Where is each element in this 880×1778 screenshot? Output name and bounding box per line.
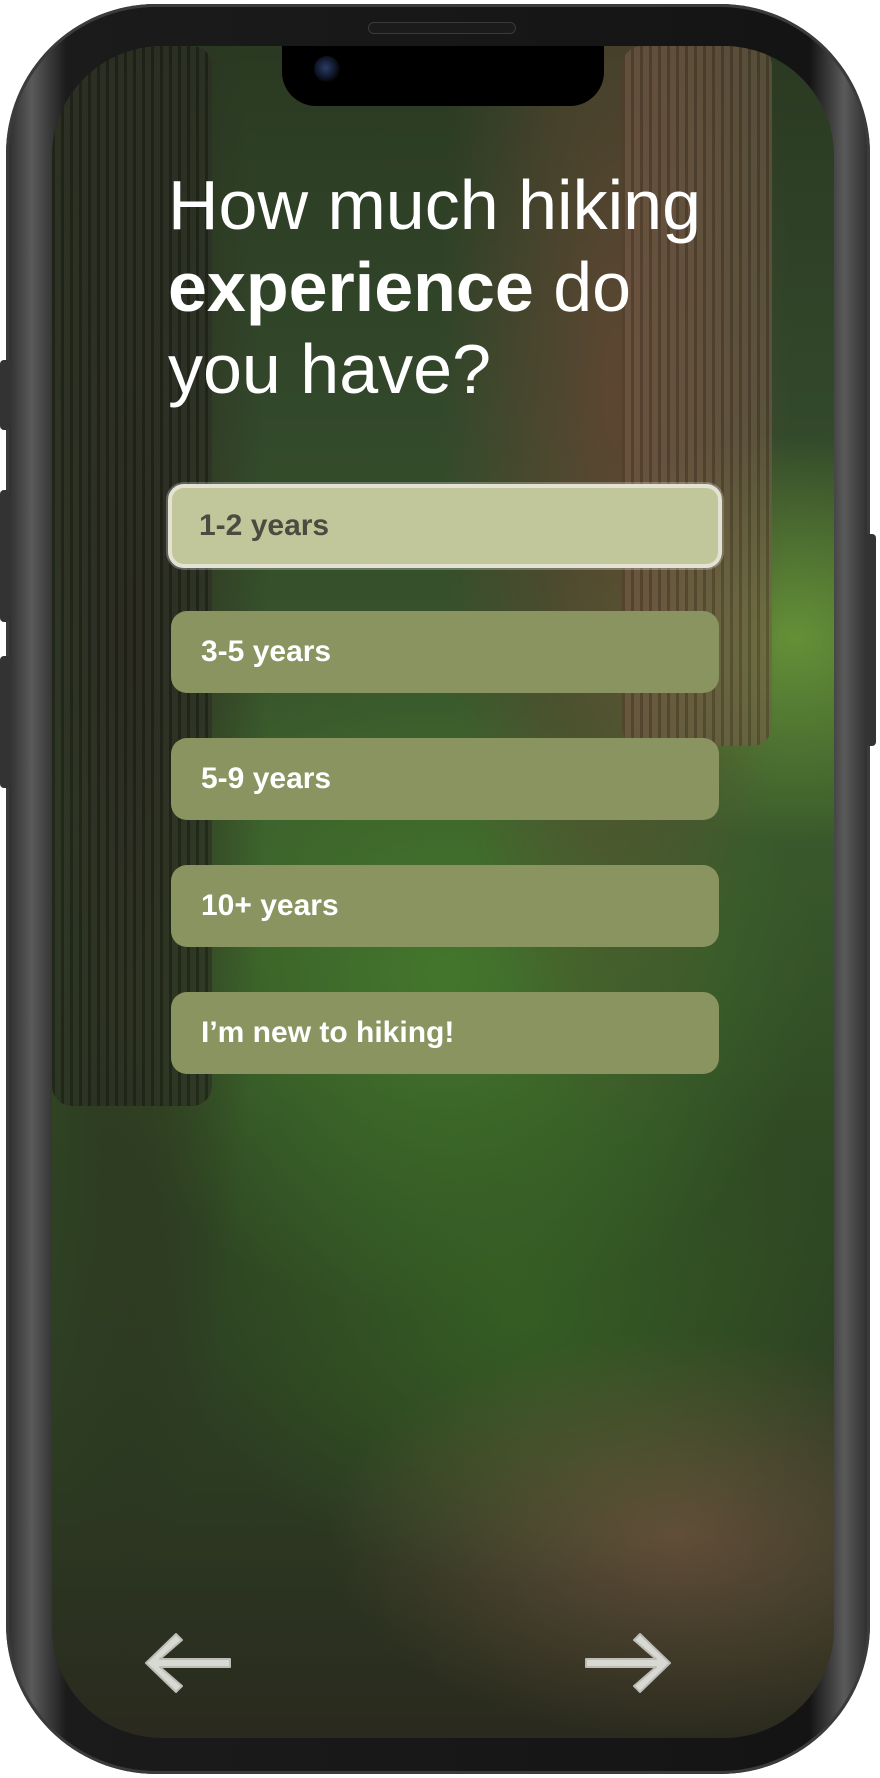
earpiece-speaker	[368, 22, 516, 34]
notch	[282, 46, 604, 106]
heading-line-3: you have?	[168, 330, 492, 408]
silent-switch	[0, 360, 10, 430]
question-heading: How much hiking experience do you have?	[168, 164, 728, 410]
option-label: 1-2 years	[199, 509, 330, 542]
arrow-right-icon	[585, 1633, 671, 1693]
volume-up-button	[0, 490, 10, 622]
phone-frame: How much hiking experience do you have? …	[0, 4, 876, 1774]
option-new-to-hiking[interactable]: I’m new to hiking!	[171, 992, 719, 1074]
front-camera	[314, 56, 340, 82]
volume-down-button	[0, 656, 10, 788]
arrow-left-icon	[145, 1633, 231, 1693]
option-label: 3-5 years	[201, 635, 332, 668]
option-label: 5-9 years	[201, 762, 332, 795]
app-screen: How much hiking experience do you have? …	[52, 46, 834, 1738]
power-button	[866, 534, 876, 746]
option-5-9-years[interactable]: 5-9 years	[171, 738, 719, 820]
option-label: I’m new to hiking!	[201, 1016, 455, 1049]
next-button[interactable]	[578, 1628, 678, 1698]
option-10-plus-years[interactable]: 10+ years	[171, 865, 719, 947]
heading-bold-word: experience	[168, 248, 534, 326]
option-label: 10+ years	[201, 889, 339, 922]
heading-after-bold: do	[533, 248, 632, 326]
option-3-5-years[interactable]: 3-5 years	[171, 611, 719, 693]
option-1-2-years[interactable]: 1-2 years	[168, 484, 722, 568]
back-button[interactable]	[138, 1628, 238, 1698]
heading-line-1: How much hiking	[168, 166, 701, 244]
